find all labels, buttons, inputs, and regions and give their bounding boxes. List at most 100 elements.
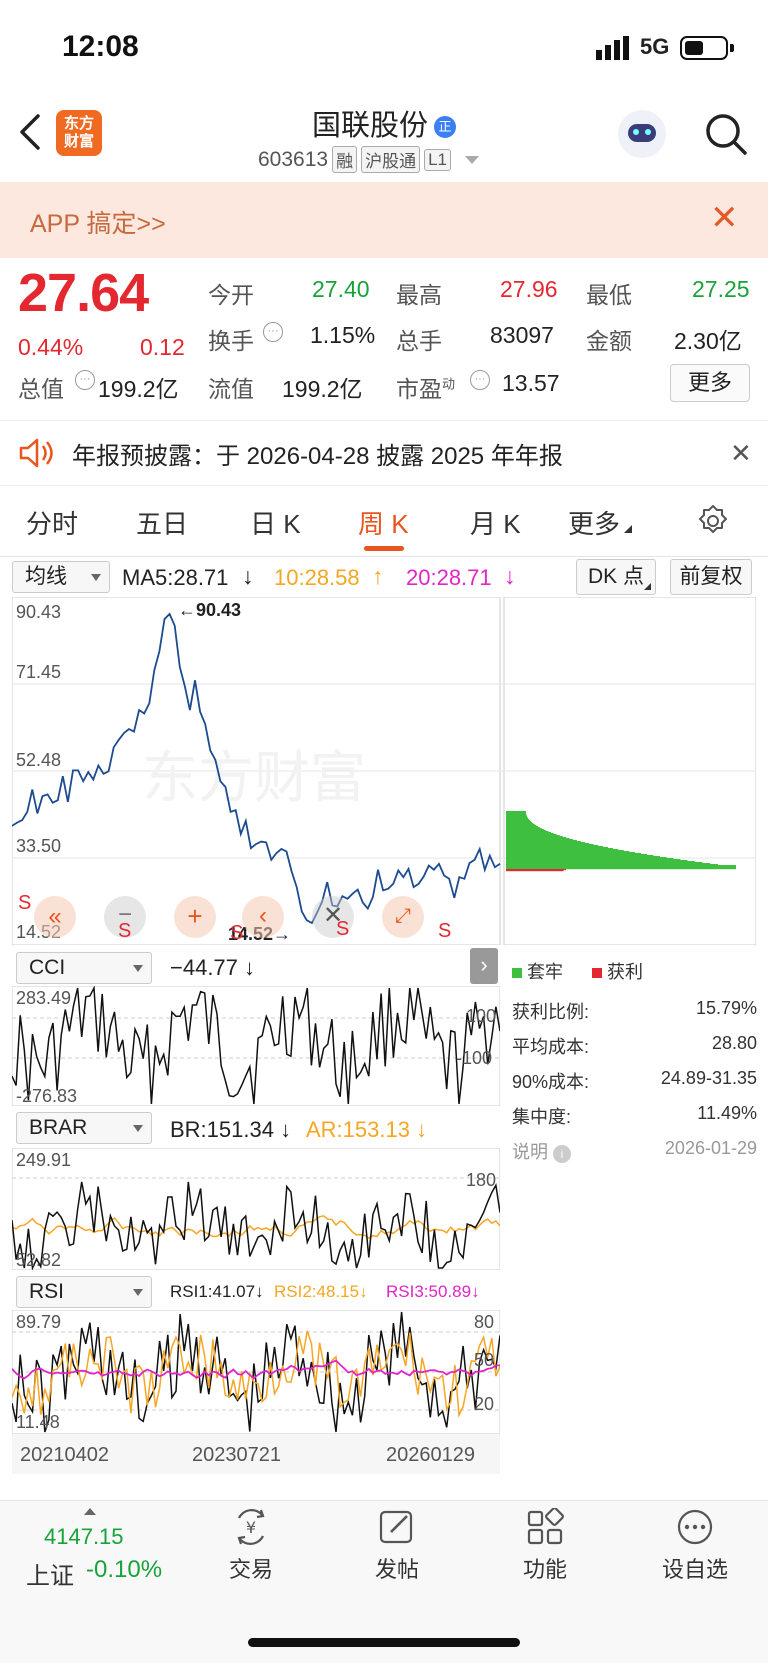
change-percent: 0.44%	[18, 334, 84, 360]
brar-axis-min: 52.82	[16, 1250, 62, 1270]
more-dots-icon	[677, 1509, 713, 1545]
kline-chart[interactable]: 东方财富	[12, 597, 756, 945]
signal-marker: S	[18, 892, 32, 914]
assistant-avatar[interactable]	[618, 110, 666, 158]
market-cap-value: 199.2亿	[98, 376, 179, 402]
stock-code: 603613	[258, 147, 329, 171]
info-icon[interactable]: ···	[263, 322, 283, 342]
date-label: 20210402	[20, 1444, 109, 1466]
tab-weekly-k[interactable]: 周 K	[358, 504, 409, 541]
tab-more[interactable]: 更多	[568, 504, 633, 541]
tag-level: L1	[424, 148, 451, 171]
chevron-down-icon	[133, 1125, 143, 1132]
change-amount: 0.12	[140, 334, 185, 360]
yen-cycle-icon: ¥	[237, 1509, 265, 1545]
info-icon[interactable]: i	[553, 1145, 572, 1163]
chip-stat-row: 获利比例: 15.79%	[512, 998, 757, 1022]
ar-value: AR:153.13 ↓	[306, 1117, 428, 1142]
svg-text:¥: ¥	[246, 1518, 256, 1537]
back-button[interactable]: ‹	[242, 896, 284, 938]
br-line	[12, 1181, 500, 1270]
corner-triangle-icon	[644, 583, 651, 590]
ma20-down-arrow: ↓	[504, 563, 516, 589]
tab-daily-k[interactable]: 日 K	[250, 504, 301, 541]
notice-text[interactable]: 年报预披露：于 2026-04-28 披露 2025 年年报	[72, 436, 563, 471]
fullscreen-icon[interactable]: ⤢	[382, 896, 424, 938]
nav-add-watchlist[interactable]: 设自选	[640, 1508, 750, 1584]
nav-functions[interactable]: 功能	[490, 1508, 600, 1584]
volume-value: 83097	[490, 322, 554, 348]
tab-intraday[interactable]: 分时	[26, 504, 78, 541]
close-icon[interactable]: ✕	[710, 198, 739, 238]
brar-level: 180	[466, 1170, 497, 1190]
cci-level-high: 100	[466, 1006, 497, 1026]
more-button[interactable]: 更多	[670, 364, 750, 402]
home-indicator	[248, 1638, 520, 1647]
ma20-readout: 20:28.71	[406, 565, 492, 590]
amount-value: 2.30亿	[674, 328, 742, 354]
adjust-button[interactable]: 前复权	[670, 559, 752, 595]
active-tab-indicator	[364, 546, 404, 551]
index-name[interactable]: 上证	[26, 1556, 74, 1591]
trapped-legend-swatch	[512, 968, 522, 978]
rsi-chart	[12, 1310, 500, 1434]
low-value: 27.25	[692, 276, 750, 302]
rsi2-value: RSI2:48.15↓	[274, 1282, 368, 1301]
max-price-label: ←90.43	[178, 600, 242, 620]
turnover-value: 1.15%	[310, 322, 376, 348]
signal-marker: S	[336, 918, 350, 940]
rsi-select[interactable]: RSI	[16, 1276, 152, 1308]
expand-panel-button[interactable]: ›	[470, 948, 498, 984]
gear-icon[interactable]	[696, 504, 730, 538]
close-icon[interactable]: ✕	[730, 438, 752, 469]
br-value: BR:151.34 ↓	[170, 1117, 292, 1142]
rsi-level-mid: 50	[474, 1350, 495, 1370]
battery-icon	[680, 36, 728, 60]
cci-line	[12, 986, 500, 1105]
volume-label: 总手	[396, 328, 442, 354]
network-type: 5G	[640, 34, 670, 59]
expand-up-icon[interactable]	[84, 1508, 96, 1515]
corner-triangle-icon	[624, 525, 633, 533]
battery-tip	[730, 44, 734, 52]
zoom-in-button[interactable]: +	[174, 896, 216, 938]
chip-stat-row: 平均成本: 28.80	[512, 1033, 757, 1057]
chip-note-row[interactable]: 说明 i 2026-01-29	[512, 1138, 757, 1164]
speaker-icon	[19, 438, 53, 468]
tab-five-day[interactable]: 五日	[136, 504, 188, 541]
tag-margin: 融	[332, 146, 358, 173]
chevron-down-icon	[91, 574, 101, 581]
float-cap-label: 流值	[208, 376, 254, 402]
cci-axis-min: -276.83	[16, 1086, 78, 1106]
tab-monthly-k[interactable]: 月 K	[470, 504, 521, 541]
info-icon[interactable]: ···	[75, 370, 95, 390]
dk-point-button[interactable]: DK 点	[576, 559, 656, 595]
nav-post[interactable]: 发帖	[342, 1508, 452, 1584]
index-value[interactable]: 4147.15	[44, 1524, 124, 1550]
grid-icon	[527, 1508, 564, 1545]
date-label: 20230721	[192, 1444, 281, 1466]
index-change[interactable]: -0.10%	[86, 1556, 162, 1584]
current-price: 27.64	[18, 263, 149, 323]
open-value: 27.40	[312, 276, 370, 302]
chip-stat-row: 集中度: 11.49%	[512, 1103, 757, 1127]
chip-distribution-bars	[506, 811, 736, 872]
brar-select[interactable]: BRAR	[16, 1112, 152, 1144]
info-icon[interactable]: ···	[470, 370, 490, 390]
signal-marker: S	[118, 920, 132, 942]
open-label: 今开	[208, 282, 254, 308]
status-time: 12:08	[62, 30, 139, 63]
rewind-button[interactable]: «	[34, 896, 76, 938]
ma-select[interactable]: 均线	[12, 561, 110, 593]
cci-select[interactable]: CCI	[16, 952, 152, 984]
rsi-axis-min: 11.48	[16, 1412, 60, 1432]
pe-label: 市盈动	[396, 376, 456, 402]
search-icon[interactable]	[704, 112, 748, 156]
nav-trade[interactable]: ¥ 交易	[196, 1508, 306, 1584]
float-cap-value: 199.2亿	[282, 376, 363, 402]
chevron-down-icon[interactable]	[465, 155, 479, 164]
brar-chart	[12, 1148, 500, 1270]
promo-banner-text[interactable]: APP 搞定>>	[30, 204, 166, 240]
brar-axis-max: 249.91	[16, 1150, 72, 1170]
market-cap-label: 总值	[18, 376, 64, 402]
